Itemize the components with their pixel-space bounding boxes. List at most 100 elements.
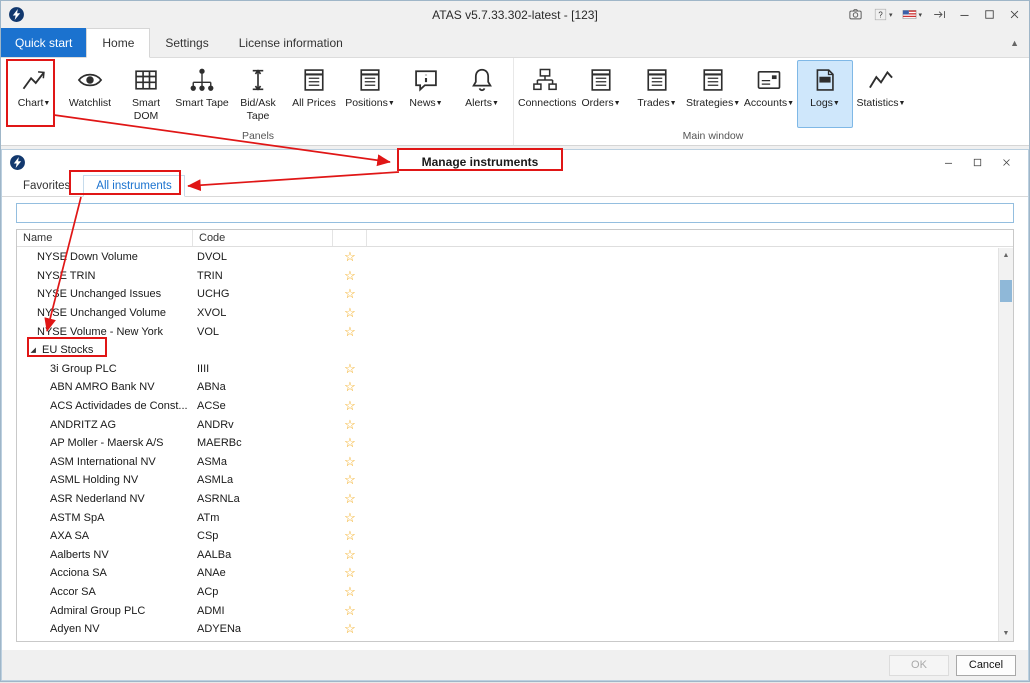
favorite-star-icon[interactable]: ☆ [344, 640, 356, 641]
pin-icon[interactable] [932, 7, 947, 22]
table-row[interactable]: NYSE TRINTRIN☆ [17, 267, 998, 286]
ribbon-button-watchlist[interactable]: Watchlist [62, 60, 118, 128]
favorite-star-icon[interactable]: ☆ [344, 565, 356, 580]
column-header-favorite[interactable] [333, 230, 367, 246]
instrument-name: Accor SA [17, 586, 193, 598]
table-row[interactable]: NYSE Unchanged VolumeXVOL☆ [17, 304, 998, 323]
tab-license-information[interactable]: License information [224, 28, 358, 57]
ribbon-button-strategies[interactable]: Strategies▼ [685, 60, 741, 128]
ribbon-button-smart-dom[interactable]: Smart DOM [118, 60, 174, 128]
favorite-star-icon[interactable]: ☆ [344, 268, 356, 283]
table-row[interactable]: ABN AMRO Bank NVABNa☆ [17, 378, 998, 397]
cancel-button[interactable]: Cancel [956, 655, 1016, 676]
dialog-maximize-icon[interactable] [971, 156, 984, 169]
list-icon [643, 66, 671, 94]
table-row[interactable]: Aalberts NVAALBa☆ [17, 546, 998, 565]
ribbon-button-smart-tape[interactable]: Smart Tape [174, 60, 230, 128]
table-row[interactable]: 3i Group PLCIIII☆ [17, 360, 998, 379]
instrument-code: TRIN [193, 270, 333, 282]
ribbon-button-connections[interactable]: Connections [517, 60, 573, 128]
ribbon-button-logs[interactable]: LOGLogs▼ [797, 60, 853, 128]
favorite-star-icon[interactable]: ☆ [344, 361, 356, 376]
screenshot-icon[interactable] [848, 7, 863, 22]
favorite-star-icon[interactable]: ☆ [344, 379, 356, 394]
scroll-down-icon[interactable]: ▼ [999, 626, 1013, 641]
ribbon-button-statistics[interactable]: Statistics▼ [853, 60, 909, 128]
favorite-star-icon[interactable]: ☆ [344, 584, 356, 599]
favorite-star-icon[interactable]: ☆ [344, 528, 356, 543]
table-row[interactable]: NYSE Volume - New YorkVOL☆ [17, 322, 998, 341]
favorite-star-icon[interactable]: ☆ [344, 472, 356, 487]
scrollbar-thumb[interactable] [1000, 280, 1012, 302]
table-row[interactable]: ☆ [17, 638, 998, 641]
favorite-star-icon[interactable]: ☆ [344, 491, 356, 506]
instrument-name: NYSE Volume - New York [17, 326, 193, 338]
favorite-star-icon[interactable]: ☆ [344, 435, 356, 450]
minimize-icon[interactable] [957, 7, 972, 22]
help-icon[interactable]: ?▾ [873, 7, 893, 22]
table-row[interactable]: Acciona SAANAe☆ [17, 564, 998, 583]
ribbon-button-chart[interactable]: Chart▼ [6, 60, 62, 128]
table-row[interactable]: Admiral Group PLCADMI☆ [17, 601, 998, 620]
tab-favorites[interactable]: Favorites [10, 175, 83, 197]
language-flag-icon[interactable]: ▾ [902, 7, 922, 22]
tab-settings[interactable]: Settings [150, 28, 223, 57]
ribbon-toolbar: Chart▼WatchlistSmart DOMSmart TapeBid/As… [1, 58, 1029, 146]
favorite-star-icon[interactable]: ☆ [344, 286, 356, 301]
favorite-star-icon[interactable]: ☆ [344, 454, 356, 469]
table-row[interactable]: Adyen NVADYENa☆ [17, 620, 998, 639]
table-row[interactable]: ACS Actividades de Const...ACSe☆ [17, 397, 998, 416]
instrument-code: IIII [193, 363, 333, 375]
tab-home[interactable]: Home [86, 28, 150, 58]
favorite-star-icon[interactable]: ☆ [344, 417, 356, 432]
dialog-titlebar: Manage instruments [2, 150, 1028, 174]
close-icon[interactable] [1007, 7, 1022, 22]
table-row[interactable]: ASM International NVASMa☆ [17, 453, 998, 472]
table-row[interactable]: AXA SACSp☆ [17, 527, 998, 546]
favorite-star-icon[interactable]: ☆ [344, 510, 356, 525]
ribbon-button-orders[interactable]: Orders▼ [573, 60, 629, 128]
favorite-star-icon[interactable]: ☆ [344, 621, 356, 636]
column-header-code[interactable]: Code [193, 230, 333, 246]
instrument-name: AXA SA [17, 530, 193, 542]
dialog-minimize-icon[interactable] [942, 156, 955, 169]
table-row[interactable]: Accor SAACp ☆ [17, 583, 998, 602]
ribbon-button-alerts[interactable]: Alerts▼ [454, 60, 510, 128]
favorite-star-icon[interactable]: ☆ [344, 305, 356, 320]
ribbon-button-news[interactable]: News▼ [398, 60, 454, 128]
favorite-star-icon[interactable]: ☆ [344, 547, 356, 562]
ribbon-button-all-prices[interactable]: All Prices [286, 60, 342, 128]
instrument-code: ASMa [193, 456, 333, 468]
scroll-up-icon[interactable]: ▲ [999, 248, 1013, 263]
favorite-star-icon[interactable]: ☆ [344, 398, 356, 413]
table-row[interactable]: ASML Holding NVASMLa☆ [17, 471, 998, 490]
favorite-star-icon[interactable]: ☆ [344, 603, 356, 618]
chevron-down-icon: ▼ [492, 100, 499, 107]
maximize-icon[interactable] [982, 7, 997, 22]
expand-triangle-icon[interactable] [28, 345, 38, 355]
ribbon-button-trades[interactable]: Trades▼ [629, 60, 685, 128]
ok-button[interactable]: OK [889, 655, 949, 676]
ribbon-button-accounts[interactable]: Accounts▼ [741, 60, 797, 128]
instrument-code: UCHG [193, 288, 333, 300]
table-row[interactable]: NYSE Unchanged IssuesUCHG☆ [17, 285, 998, 304]
table-row[interactable]: ASTM SpAATm☆ [17, 508, 998, 527]
table-row[interactable]: ANDRITZ AGANDRv☆ [17, 415, 998, 434]
quick-start-button[interactable]: Quick start [1, 28, 86, 57]
tab-all-instruments[interactable]: All instruments [83, 175, 184, 197]
table-row[interactable]: NYSE Down VolumeDVOL☆ [17, 248, 998, 267]
dialog-close-icon[interactable] [1000, 156, 1013, 169]
vertical-scrollbar[interactable]: ▲ ▼ [998, 248, 1013, 641]
column-header-name[interactable]: Name [17, 230, 193, 246]
favorite-star-icon[interactable]: ☆ [344, 324, 356, 339]
instrument-code: ACp [193, 586, 333, 598]
ribbon-button-bid-ask-tape[interactable]: Bid/Ask Tape [230, 60, 286, 128]
table-row[interactable]: AP Moller - Maersk A/SMAERBc☆ [17, 434, 998, 453]
ribbon-collapse-icon[interactable]: ▲ [1000, 38, 1029, 48]
table-row[interactable]: ASR Nederland NVASRNLa☆ [17, 490, 998, 509]
favorite-star-icon[interactable]: ☆ [344, 249, 356, 264]
instrument-search-input[interactable] [16, 203, 1014, 223]
ribbon-button-positions[interactable]: Positions▼ [342, 60, 398, 128]
group-row-eu-stocks[interactable]: EU Stocks [17, 341, 998, 360]
instrument-name: ABN AMRO Bank NV [17, 381, 193, 393]
